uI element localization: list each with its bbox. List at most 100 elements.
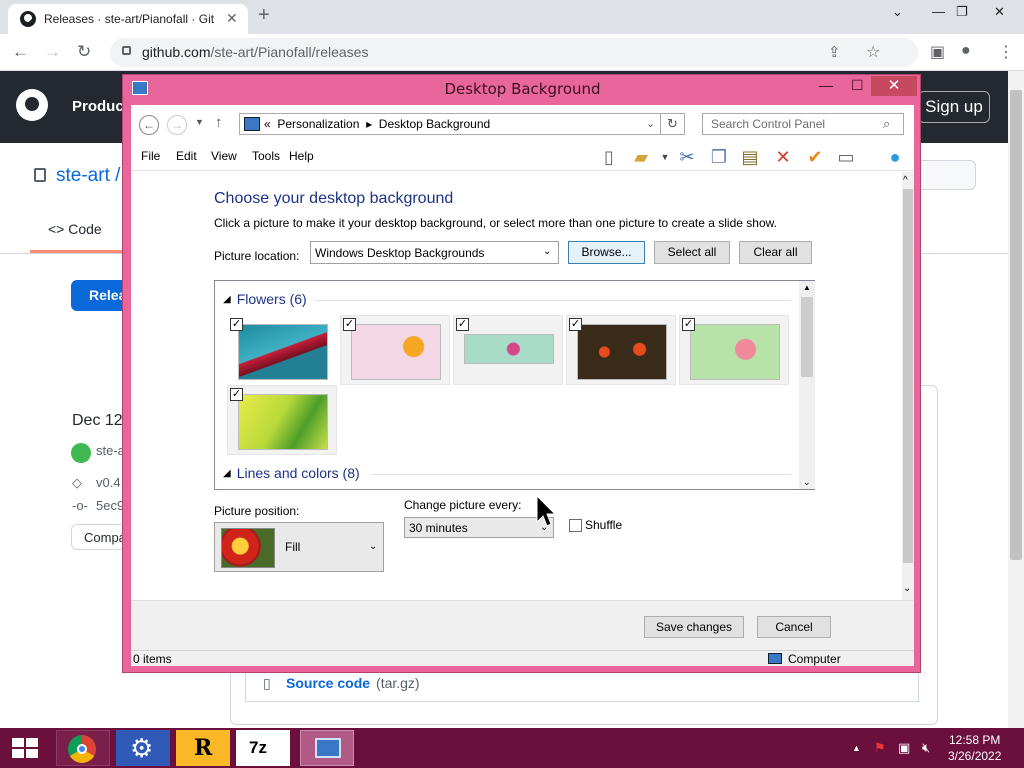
- address-bar[interactable]: github.com/ste-art/Pianofall/releases ⇪ …: [110, 38, 918, 67]
- properties-check-icon[interactable]: ✔: [803, 145, 827, 169]
- action-center-icon[interactable]: ⚑: [874, 740, 886, 756]
- close-window-icon[interactable]: ✕: [994, 4, 1005, 20]
- search-input[interactable]: Search Control Panel ⌕: [702, 113, 904, 135]
- wallpaper-thumb-2[interactable]: ✓: [340, 315, 450, 385]
- page-scrollbar-thumb[interactable]: [1010, 90, 1022, 560]
- clear-all-button[interactable]: Clear all: [739, 241, 812, 264]
- wallpaper-checkbox[interactable]: ✓: [456, 318, 469, 331]
- globe-icon[interactable]: ●: [883, 145, 907, 169]
- paste-icon[interactable]: ▤: [738, 145, 762, 169]
- github-logo-icon[interactable]: [16, 89, 48, 121]
- profile-icon[interactable]: ●: [961, 42, 971, 60]
- menu-kebab-icon[interactable]: ⋮: [998, 42, 1014, 62]
- products-menu[interactable]: Produc: [72, 98, 124, 115]
- folder-dropdown-icon[interactable]: ▼: [653, 145, 677, 169]
- forward-icon[interactable]: →: [44, 42, 61, 62]
- group-header-flowers[interactable]: ◢ Flowers (6): [223, 291, 307, 307]
- back-icon[interactable]: ←: [139, 115, 159, 135]
- scroll-down-icon[interactable]: ⌄: [803, 477, 811, 488]
- new-tab-button[interactable]: +: [258, 4, 270, 27]
- release-tag[interactable]: v0.4.: [96, 475, 124, 490]
- menu-tools[interactable]: Tools: [252, 149, 280, 163]
- wallpaper-checkbox[interactable]: ✓: [569, 318, 582, 331]
- menu-view[interactable]: View: [211, 149, 237, 163]
- browser-tab[interactable]: Releases · ste-art/Pianofall · GitHub ✕: [8, 4, 248, 34]
- picture-position-select[interactable]: Fill ⌄: [214, 522, 384, 572]
- address-bar[interactable]: « Personalization ▸ Desktop Background ⌄: [239, 113, 661, 135]
- change-picture-select[interactable]: 30 minutes ⌄: [404, 517, 554, 538]
- sign-up-button[interactable]: Sign up: [918, 91, 990, 123]
- release-author[interactable]: ste-a: [96, 443, 125, 458]
- shuffle-label[interactable]: Shuffle: [585, 518, 622, 532]
- browse-button[interactable]: Browse...: [568, 241, 645, 264]
- source-code-link[interactable]: Source code (tar.gz): [286, 675, 420, 691]
- breadcrumb-personalization[interactable]: Personalization: [277, 117, 359, 131]
- forward-icon[interactable]: →: [167, 115, 187, 135]
- copy-icon[interactable]: ❐: [707, 145, 731, 169]
- layout-pane-icon[interactable]: ▯: [597, 145, 621, 169]
- select-all-button[interactable]: Select all: [654, 241, 730, 264]
- back-icon[interactable]: ←: [12, 42, 29, 62]
- search-icon[interactable]: ⌕: [883, 116, 890, 132]
- cut-icon[interactable]: ✂: [675, 145, 699, 169]
- wallpaper-checkbox[interactable]: ✓: [343, 318, 356, 331]
- breadcrumb-overflow[interactable]: «: [264, 117, 271, 131]
- scroll-down-icon[interactable]: ⌄: [903, 583, 911, 594]
- scroll-up-icon[interactable]: ▲: [803, 283, 811, 292]
- taskbar-7zip[interactable]: 7z: [236, 730, 290, 766]
- wallpaper-checkbox[interactable]: ✓: [230, 318, 243, 331]
- breadcrumb-separator[interactable]: ▸: [366, 117, 372, 131]
- menu-edit[interactable]: Edit: [176, 149, 197, 163]
- search-placeholder: Search Control Panel: [711, 117, 826, 131]
- minimize-icon[interactable]: —: [819, 77, 833, 93]
- maximize-icon[interactable]: ☐: [851, 77, 864, 94]
- picture-location-select[interactable]: Windows Desktop Backgrounds ⌄: [310, 241, 559, 264]
- folder-options-icon[interactable]: ▰: [629, 145, 653, 169]
- recent-pages-icon[interactable]: ▼: [195, 117, 204, 127]
- restore-icon[interactable]: ❐: [956, 4, 968, 20]
- tab-close-icon[interactable]: ✕: [226, 10, 238, 27]
- tab-code[interactable]: <> Code: [48, 221, 102, 237]
- wallpaper-thumb-1[interactable]: ✓: [227, 315, 337, 385]
- scroll-up-icon[interactable]: ^: [903, 175, 908, 186]
- repo-name[interactable]: ste-art /: [56, 165, 120, 187]
- wallpaper-thumb-5[interactable]: ✓: [679, 315, 789, 385]
- wallpaper-thumb-4[interactable]: ✓: [566, 315, 676, 385]
- content-scrollbar-thumb[interactable]: [903, 189, 913, 563]
- show-hidden-icons[interactable]: ▲: [852, 743, 861, 753]
- side-panel-icon[interactable]: ▣: [930, 42, 945, 62]
- network-icon[interactable]: ▣: [898, 740, 910, 756]
- taskbar-chrome[interactable]: [56, 730, 110, 766]
- wallpaper-checkbox[interactable]: ✓: [682, 318, 695, 331]
- taskbar-control-panel[interactable]: [300, 730, 354, 766]
- group-header-lines-colors[interactable]: ◢ Lines and colors (8): [223, 465, 360, 481]
- menu-help[interactable]: Help: [289, 149, 314, 163]
- shuffle-checkbox[interactable]: [569, 519, 582, 532]
- system-clock[interactable]: 12:58 PM 3/26/2022: [948, 732, 1001, 764]
- taskbar-rockstar[interactable]: R: [176, 730, 230, 766]
- save-changes-button[interactable]: Save changes: [644, 616, 744, 638]
- taskbar-settings[interactable]: ⚙: [116, 730, 170, 766]
- share-icon[interactable]: ⇪: [828, 43, 841, 61]
- minimize-icon[interactable]: —: [932, 4, 945, 19]
- tab-search-icon[interactable]: ⌄: [892, 4, 903, 20]
- address-dropdown-icon[interactable]: ⌄: [646, 117, 655, 130]
- cancel-button[interactable]: Cancel: [757, 616, 831, 638]
- bookmark-star-icon[interactable]: ☆: [866, 42, 880, 62]
- volume-muted-icon[interactable]: 🔇︎: [922, 740, 930, 756]
- wallpaper-thumb-6[interactable]: ✓: [227, 385, 337, 455]
- menu-file[interactable]: File: [141, 149, 160, 163]
- wallpaper-checkbox[interactable]: ✓: [230, 388, 243, 401]
- close-icon[interactable]: ✕: [871, 76, 917, 96]
- gallery-scrollbar-thumb[interactable]: [801, 297, 813, 377]
- up-icon[interactable]: ↑: [215, 114, 223, 131]
- preview-pane-icon[interactable]: ▭: [834, 145, 858, 169]
- refresh-icon[interactable]: ↻: [661, 113, 685, 135]
- wallpaper-thumb-3[interactable]: ✓: [453, 315, 563, 385]
- breadcrumb-desktop-background[interactable]: Desktop Background: [379, 117, 490, 131]
- delete-icon[interactable]: ✕: [771, 145, 795, 169]
- release-commit[interactable]: 5ec9: [96, 498, 124, 513]
- reload-icon[interactable]: ↻: [77, 42, 91, 62]
- start-icon[interactable]: [12, 738, 38, 758]
- address-row: ← → ▼ ↑ « Personalization ▸ Desktop Back…: [131, 105, 914, 141]
